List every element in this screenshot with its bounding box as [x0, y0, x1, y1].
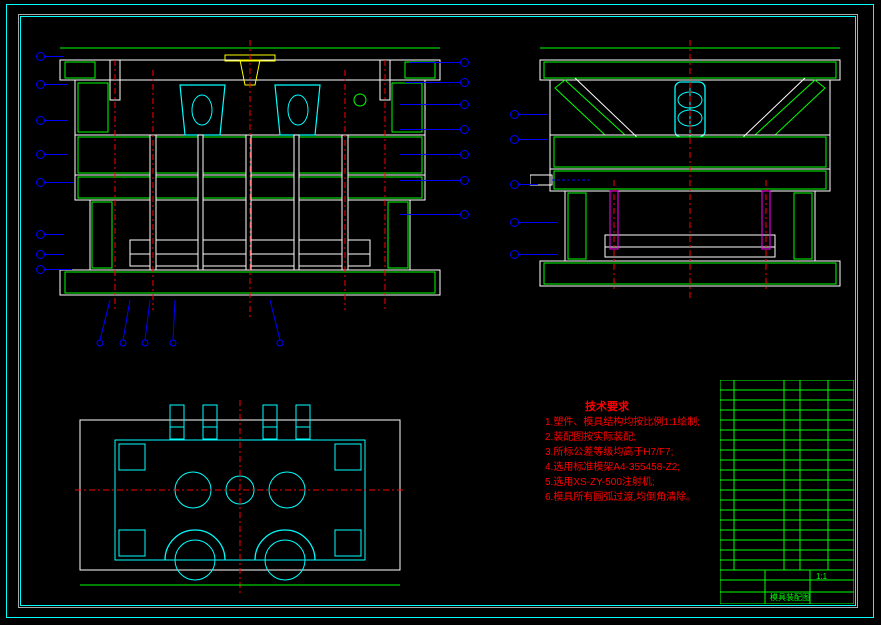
view-section-a [50, 40, 460, 340]
view-side-b [530, 40, 850, 330]
req-5: 5.选用XS-ZY-500注射机; [545, 475, 700, 490]
titleblock-name: 模具装配图 [770, 592, 810, 603]
bom-table: 模具装配图 1:1 [720, 380, 854, 604]
req-4: 4.选用标准模架A4-355458-Z2; [545, 460, 700, 475]
view-plan-c [75, 400, 415, 600]
tech-requirements: 技术要求 1.塑件、模具结构均按比例1:1绘制; 2.装配图按实际装配; 3.所… [545, 400, 700, 505]
cad-canvas[interactable]: 技术要求 1.塑件、模具结构均按比例1:1绘制; 2.装配图按实际装配; 3.所… [0, 0, 881, 625]
req-2: 2.装配图按实际装配; [545, 430, 700, 445]
leaders-bottom-a [95, 300, 355, 350]
req-6: 6.模具所有圆弧过渡,均倒角清除。 [545, 490, 700, 505]
req-1: 1.塑件、模具结构均按比例1:1绘制; [545, 415, 700, 430]
titleblock-scale: 1:1 [816, 572, 827, 581]
req-3: 3.所标公差等级均高于H7/F7; [545, 445, 700, 460]
req-heading: 技术要求 [585, 400, 700, 415]
